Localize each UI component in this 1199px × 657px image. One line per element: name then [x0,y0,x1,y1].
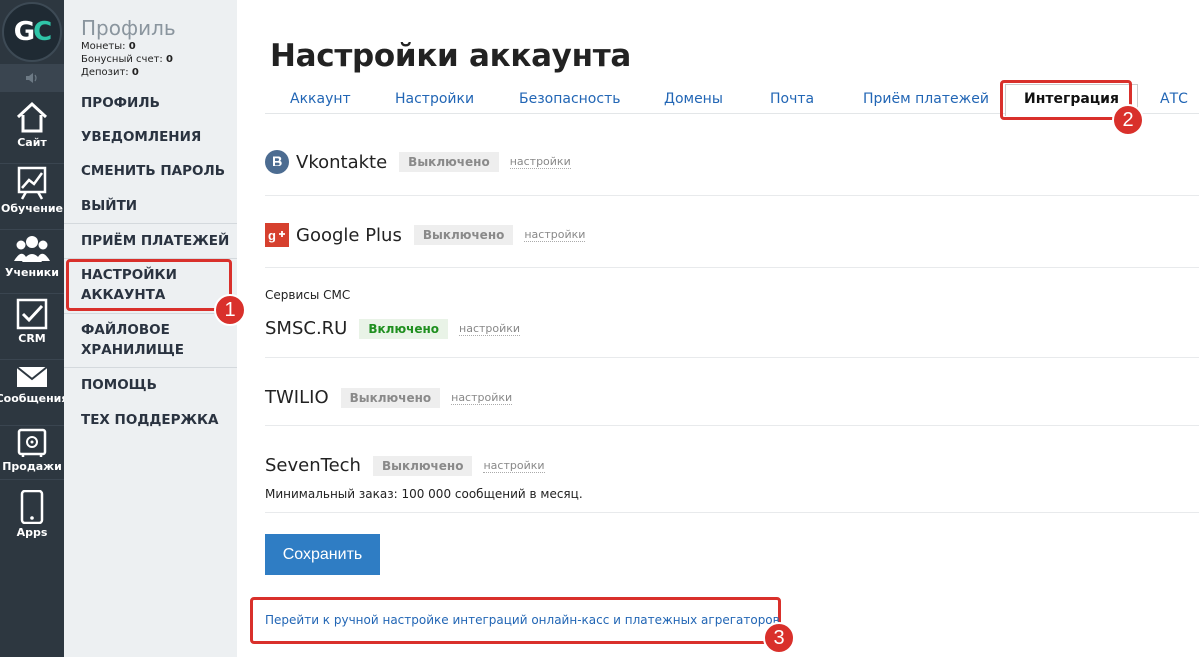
settings-link[interactable]: настройки [459,322,521,336]
menu-item-payments[interactable]: ПРИЁМ ПЛАТЕЖЕЙ [81,231,231,251]
getcourse-logo[interactable]: GC [0,0,64,64]
status-badge: Выключено [413,225,514,245]
row-divider [265,512,1199,513]
chart-icon [17,166,47,200]
settings-link[interactable]: настройки [451,391,513,405]
row-divider [265,267,1199,268]
menu-item-profile[interactable]: ПРОФИЛЬ [81,93,231,113]
menu-item-notifications[interactable]: УВЕДОМЛЕНИЯ [81,127,231,147]
service-row-smsc: SMSC.RU Включено настройки [265,318,521,339]
bonus-balance: Бонусный счет: 0 [81,54,173,65]
status-badge: Выключено [399,152,499,172]
annotation-badge-2: 2 [1112,104,1144,136]
annotation-badge-1: 1 [214,294,246,326]
menu-divider [64,367,237,368]
safe-icon [17,428,47,457]
annotation-badge-3: 3 [763,622,795,654]
app-rail: GC Сайт Обучение Ученики CRM Сообщения П… [0,0,68,657]
service-row-twilio: TWILIO Выключено настройки [265,387,513,408]
row-divider [265,357,1199,358]
menu-divider [64,313,237,314]
checkbox-icon [16,298,48,330]
status-badge: Включено [359,318,449,339]
service-name: SevenTech [265,455,361,476]
service-name: TWILIO [265,387,329,408]
tab-mail[interactable]: Почта [770,91,814,107]
page-title: Настройки аккаунта [270,38,631,74]
profile-title: Профиль [81,16,176,40]
service-row-google-plus: g Google Plus Выключено настройки [265,223,586,247]
profile-header: Профиль Монеты: 0 Бонусный счет: 0 Депоз… [81,16,176,79]
speaker-icon[interactable] [0,64,64,92]
vk-icon [265,150,289,174]
save-button[interactable]: Сохранить [265,534,380,575]
manual-integration-link[interactable]: Перейти к ручной настройке интеграций он… [265,613,780,627]
coins-balance: Монеты: 0 [81,41,136,52]
service-row-vkontakte: Vkontakte Выключено настройки [265,150,571,174]
tab-payments[interactable]: Приём платежей [863,91,989,107]
rail-item-site[interactable]: Сайт [0,100,64,164]
status-badge: Выключено [372,455,473,476]
sms-section-label: Сервисы СМС [265,288,351,302]
phone-icon [20,490,44,524]
service-row-seventech: SevenTech Выключено настройки [265,455,545,476]
house-icon [16,101,48,133]
deposit-balance: Депозит: 0 [81,67,139,78]
menu-item-tech-support[interactable]: ТЕХ ПОДДЕРЖКА [81,410,231,430]
rail-item-messages[interactable]: Сообщения [0,364,68,426]
menu-item-change-password[interactable]: СМЕНИТЬ ПАРОЛЬ [81,161,231,181]
rail-item-students[interactable]: Ученики [0,234,64,294]
svg-text:g: g [268,228,276,243]
rail-item-learning[interactable]: Обучение [0,166,64,230]
google-plus-icon: g [265,223,289,247]
menu-item-help[interactable]: ПОМОЩЬ [81,375,231,395]
settings-link[interactable]: настройки [483,459,545,473]
envelope-icon [16,366,48,387]
settings-link[interactable]: настройки [509,155,571,169]
users-icon [14,236,50,262]
service-name: Vkontakte [296,151,388,173]
tab-ats[interactable]: АТС [1160,91,1188,107]
tab-domains[interactable]: Домены [664,91,723,107]
service-name: Google Plus [296,224,402,246]
settings-link[interactable]: настройки [524,228,586,242]
service-name: SMSC.RU [265,318,348,339]
row-divider [265,425,1199,426]
tab-security[interactable]: Безопасность [519,91,620,107]
status-badge: Выключено [340,387,441,408]
tab-account[interactable]: Аккаунт [290,91,351,107]
rail-item-apps[interactable]: Apps [0,490,64,546]
highlight-box-account-settings [66,259,232,311]
menu-divider [64,223,237,224]
rail-item-crm[interactable]: CRM [0,298,64,360]
menu-item-file-storage[interactable]: ФАЙЛОВОЕ ХРАНИЛИЩЕ [81,320,191,360]
profile-sidebar: Профиль Монеты: 0 Бонусный счет: 0 Депоз… [64,0,237,657]
tab-settings[interactable]: Настройки [395,91,474,107]
menu-item-logout[interactable]: ВЫЙТИ [81,196,231,216]
row-divider [265,195,1199,196]
seventech-note: Минимальный заказ: 100 000 сообщений в м… [265,487,583,501]
rail-item-sales[interactable]: Продажи [0,428,64,480]
